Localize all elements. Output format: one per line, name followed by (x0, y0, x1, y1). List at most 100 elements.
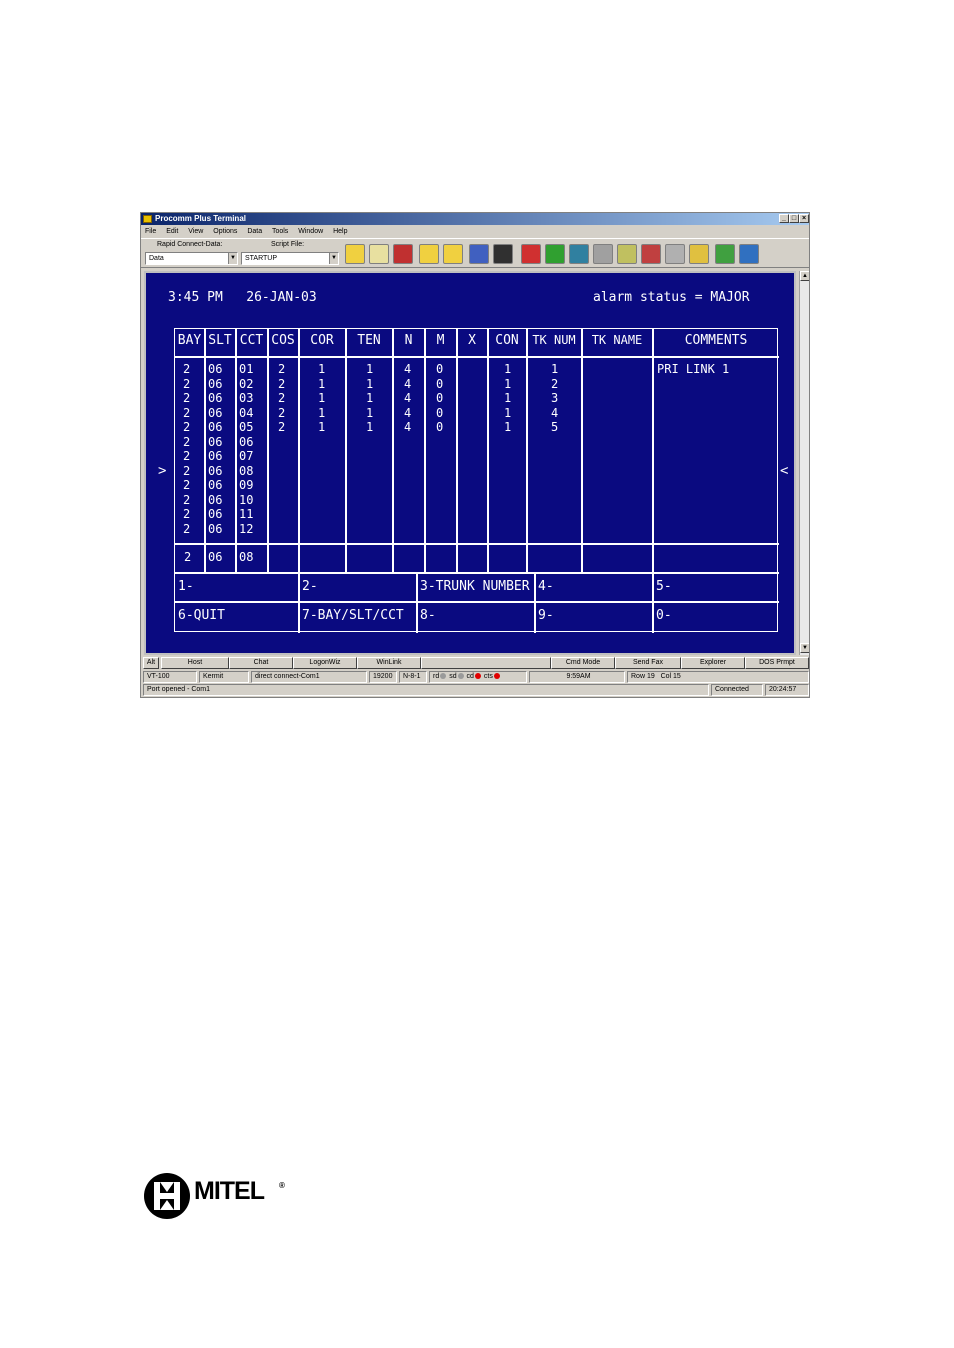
clock-field: 9:59AM (529, 671, 625, 683)
cct-values: 01 02 03 04 05 06 07 08 09 10 11 12 (239, 362, 254, 536)
blank-button[interactable] (421, 657, 551, 669)
chat-button[interactable]: Chat (229, 657, 293, 669)
chevron-down-icon[interactable]: ▼ (329, 253, 338, 264)
capture-icon[interactable] (493, 244, 513, 264)
hangup-icon[interactable] (569, 244, 589, 264)
menu-view[interactable]: View (188, 228, 203, 235)
action-bar: Alt Host Chat LogonWiz WinLink Cmd Mode … (141, 657, 809, 669)
winlink-button[interactable]: WinLink (357, 657, 421, 669)
dos-prompt-button[interactable]: DOS Prmpt (745, 657, 809, 669)
menu-data[interactable]: Data (247, 228, 262, 235)
printer-icon[interactable] (593, 244, 613, 264)
col-header-con: CON (495, 333, 519, 348)
menu-tools[interactable]: Tools (272, 228, 288, 235)
parity-field[interactable]: N-8-1 (399, 671, 427, 683)
title-bar[interactable]: Procomm Plus Terminal _ □ × (141, 213, 809, 225)
script-file-select[interactable]: STARTUP ▼ (241, 252, 339, 265)
menu-window[interactable]: Window (298, 228, 323, 235)
logo-wordmark: MITEL (194, 1177, 265, 1205)
tk-num-values: 1 2 3 4 5 (551, 362, 559, 434)
menu-file[interactable]: File (145, 228, 156, 235)
cmd-2[interactable]: 2- (302, 579, 318, 594)
scroll-up-icon[interactable]: ▲ (800, 271, 809, 281)
sd-label: sd (449, 673, 457, 680)
cmd-0[interactable]: 0- (656, 608, 672, 623)
menu-options[interactable]: Options (213, 228, 237, 235)
keyboard-icon[interactable] (665, 244, 685, 264)
cmd-5[interactable]: 5- (656, 579, 672, 594)
basket-icon[interactable] (617, 244, 637, 264)
send-file-icon[interactable] (469, 244, 489, 264)
phonebook-icon[interactable] (369, 244, 389, 264)
list-icon[interactable] (715, 244, 735, 264)
procomm-window: Procomm Plus Terminal _ □ × File Edit Vi… (140, 212, 810, 698)
close-button[interactable]: × (799, 214, 809, 223)
phone-icon[interactable] (521, 244, 541, 264)
send-fax-button[interactable]: Send Fax (615, 657, 681, 669)
col-header-cct: CCT (239, 333, 264, 348)
alarm-status: alarm status = MAJOR (593, 290, 750, 305)
cmd-mode-button[interactable]: Cmd Mode (551, 657, 615, 669)
mitel-emblem-icon (144, 1173, 190, 1219)
tools-icon[interactable] (641, 244, 661, 264)
menu-help[interactable]: Help (333, 228, 347, 235)
emulation-field[interactable]: VT-100 (143, 671, 197, 683)
scroll-left-arrow[interactable]: < (780, 463, 788, 479)
pencil-icon[interactable] (345, 244, 365, 264)
host-button[interactable]: Host (161, 657, 229, 669)
n-values: 4 4 4 4 4 (404, 362, 412, 434)
bay-values: 2 2 2 2 2 2 2 2 2 2 2 2 (183, 362, 191, 536)
col-header-comments: COMMENTS (684, 333, 748, 348)
col-header-m: M (436, 333, 445, 348)
chevron-down-icon[interactable]: ▼ (228, 253, 237, 264)
cmd-8[interactable]: 8- (420, 608, 436, 623)
rapid-connect-select[interactable]: Data ▼ (145, 252, 238, 265)
folder-download-icon[interactable] (443, 244, 463, 264)
monitor-icon[interactable] (545, 244, 565, 264)
cmd-3-trunk-number[interactable]: 3-TRUNK NUMBER (420, 579, 530, 594)
col-header-slt: SLT (208, 333, 232, 348)
col-header-cor: COR (310, 333, 334, 348)
trunk-table: BAY SLT CCT COS COR TEN N M X CON TK NUM… (174, 328, 779, 633)
clear-icon[interactable] (689, 244, 709, 264)
mode-icon[interactable] (393, 244, 413, 264)
col-header-ten: TEN (357, 333, 381, 348)
col-header-tk-name: TK NAME (591, 333, 643, 347)
menu-bar: File Edit View Options Data Tools Window… (141, 226, 809, 237)
folder-upload-icon[interactable] (419, 244, 439, 264)
current-slt: 06 (208, 550, 223, 564)
cursor-position: Row 19 Col 15 (627, 671, 809, 683)
connection-field[interactable]: direct connect-Com1 (251, 671, 367, 683)
scroll-right-arrow[interactable]: > (158, 463, 166, 479)
maximize-button[interactable]: □ (789, 214, 799, 223)
cmd-6-quit[interactable]: 6-QUIT (178, 608, 225, 623)
port-bar: Port opened - Com1 Connected 20:24:57 (141, 684, 809, 696)
registered-mark: ® (279, 1181, 285, 1190)
cmd-9[interactable]: 9- (538, 608, 554, 623)
globe-icon[interactable] (739, 244, 759, 264)
logonwiz-button[interactable]: LogonWiz (293, 657, 357, 669)
connection-state: Connected (711, 684, 763, 696)
toolbar: Rapid Connect-Data: Data ▼ Script File: … (141, 238, 809, 268)
cmd-4[interactable]: 4- (538, 579, 554, 594)
scroll-down-icon[interactable]: ▼ (800, 643, 809, 653)
cd-led-icon (474, 673, 481, 680)
window-title: Procomm Plus Terminal (155, 214, 246, 223)
elapsed-time: 20:24:57 (765, 684, 809, 696)
baud-field[interactable]: 19200 (369, 671, 397, 683)
status-bar: VT-100 Kermit direct connect-Com1 19200 … (141, 671, 809, 683)
cmd-1[interactable]: 1- (178, 579, 194, 594)
app-icon (143, 215, 152, 223)
rapid-connect-value: Data (149, 255, 164, 262)
menu-edit[interactable]: Edit (166, 228, 178, 235)
alt-button[interactable]: Alt (143, 657, 159, 669)
rapid-connect-label: Rapid Connect-Data: (157, 241, 223, 248)
explorer-button[interactable]: Explorer (681, 657, 745, 669)
minimize-button[interactable]: _ (779, 214, 789, 223)
transfer-field[interactable]: Kermit (199, 671, 249, 683)
terminal-screen[interactable]: 3:45 PM 26-JAN-03 alarm status = MAJOR >… (144, 271, 796, 655)
vertical-scrollbar[interactable]: ▲ ▼ (799, 271, 809, 655)
cts-led-icon (493, 673, 500, 680)
rd-led-icon (440, 673, 447, 680)
cmd-7-bay-slt-cct[interactable]: 7-BAY/SLT/CCT (302, 608, 404, 623)
